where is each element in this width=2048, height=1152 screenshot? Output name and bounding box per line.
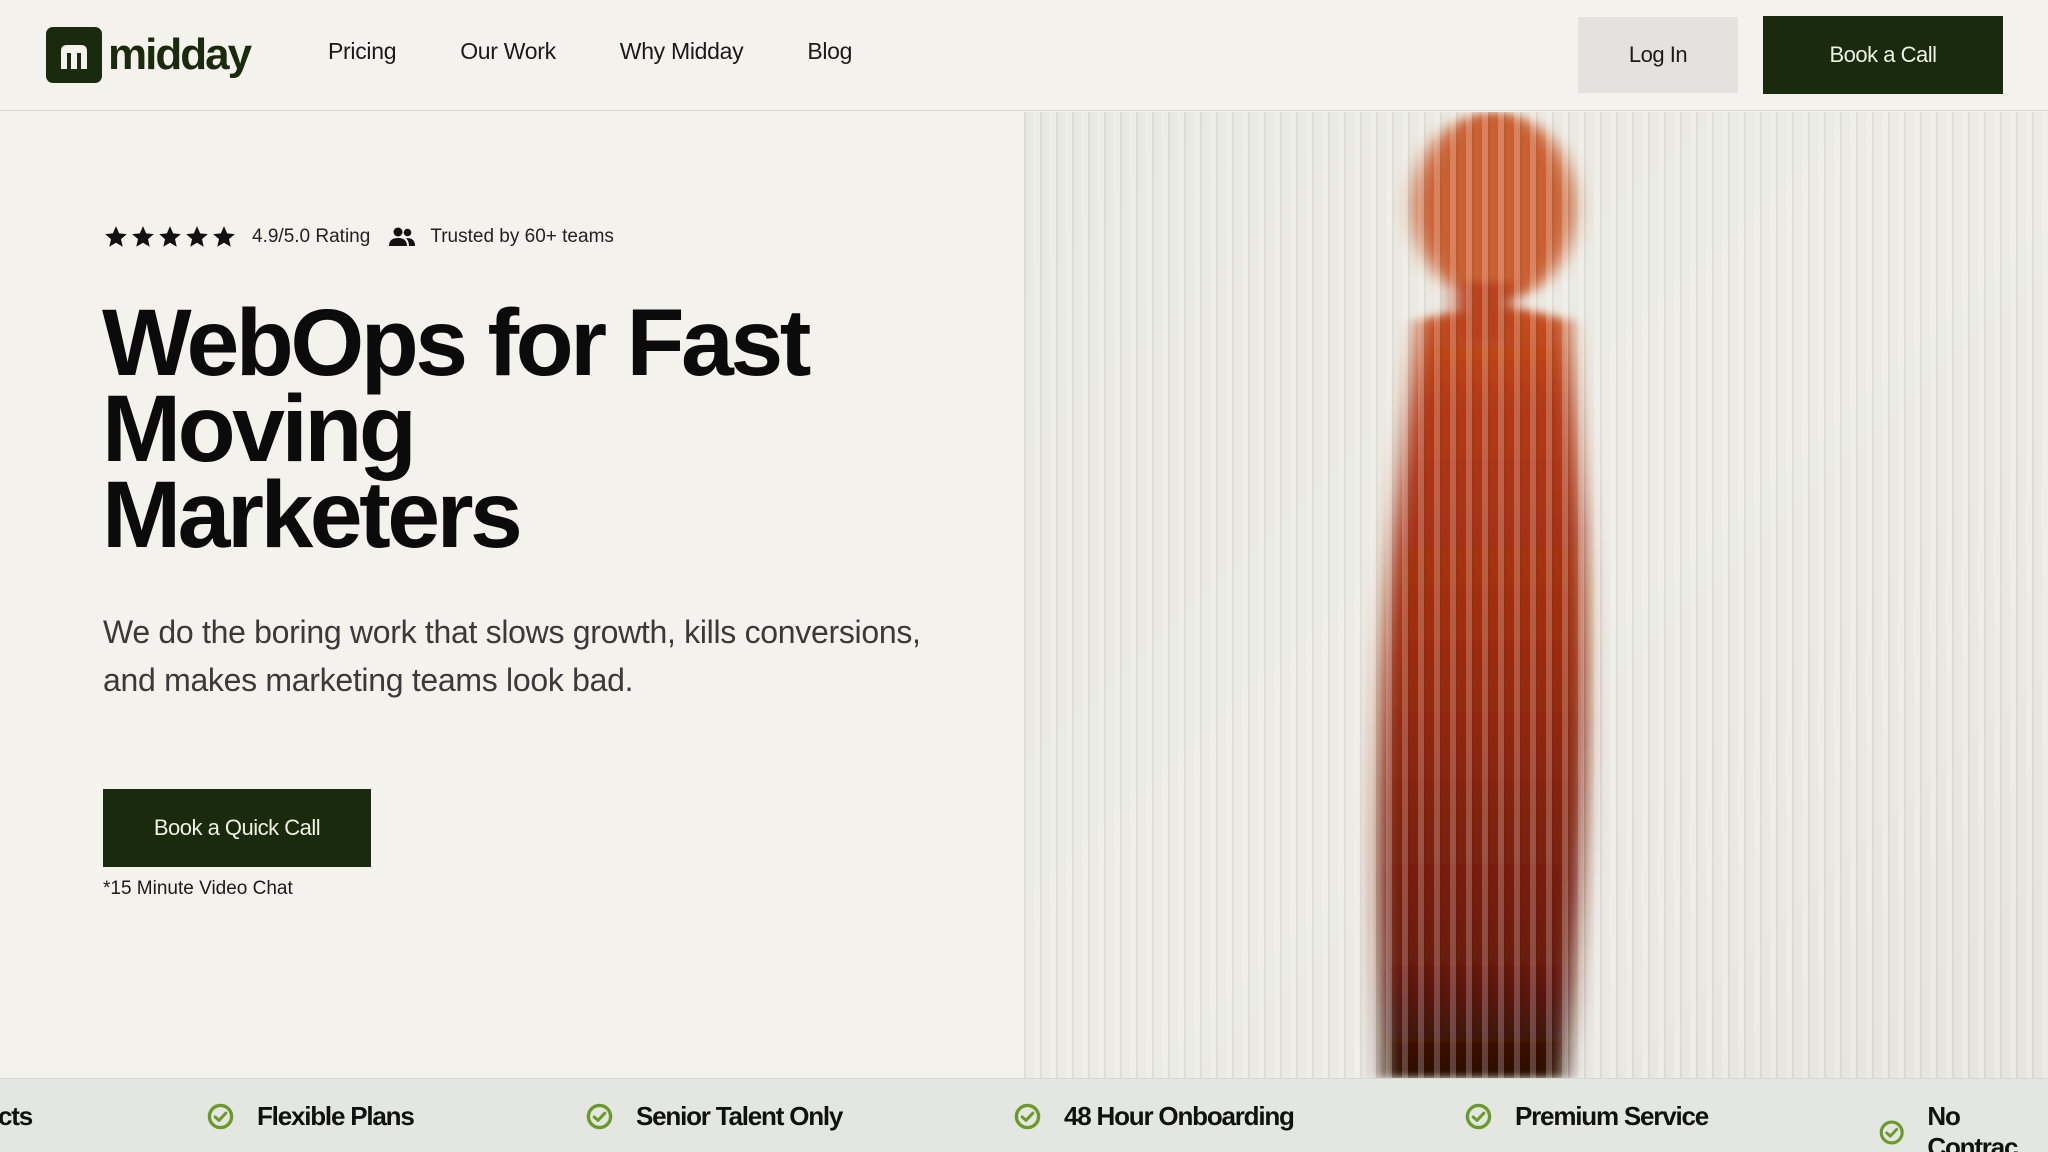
brand-logo[interactable]: midday bbox=[46, 27, 252, 83]
main-nav: Pricing Our Work Why Midday Blog bbox=[328, 38, 916, 65]
check-circle-icon bbox=[586, 1103, 613, 1130]
rating-text: 4.9/5.0 Rating bbox=[252, 226, 371, 247]
marquee-label: cts bbox=[0, 1101, 33, 1131]
check-circle-icon bbox=[1465, 1103, 1492, 1130]
star-icon bbox=[132, 226, 154, 247]
headline-line: Moving bbox=[102, 376, 417, 482]
brand-name: midday bbox=[108, 30, 252, 79]
marquee-label: Senior Talent Only bbox=[636, 1101, 843, 1131]
hero-headline: WebOps for Fast Moving Marketers bbox=[102, 290, 922, 568]
headline-line: WebOps for Fast bbox=[102, 290, 811, 396]
nav-link-blog[interactable]: Blog bbox=[807, 38, 852, 65]
trusted-text: Trusted by 60+ teams bbox=[430, 226, 614, 247]
star-icon bbox=[159, 226, 181, 247]
cta-note: *15 Minute Video Chat bbox=[103, 878, 293, 899]
marquee-item: Flexible Plans bbox=[207, 1101, 415, 1132]
login-button[interactable]: Log In bbox=[1578, 17, 1738, 93]
marquee-item: Premium Service bbox=[1465, 1101, 1709, 1132]
marquee-item: Senior Talent Only bbox=[586, 1101, 843, 1132]
feature-marquee: cts Flexible Plans Senior Talent Only 48… bbox=[0, 1078, 2048, 1152]
book-call-button[interactable]: Book a Call bbox=[1763, 16, 2003, 94]
hero-subtext: We do the boring work that slows growth,… bbox=[103, 614, 921, 698]
site-header: midday Pricing Our Work Why Midday Blog … bbox=[0, 0, 2048, 111]
nav-link-why-midday[interactable]: Why Midday bbox=[620, 38, 744, 65]
marquee-label: No Contrac bbox=[1927, 1101, 2018, 1152]
check-circle-icon bbox=[1879, 1119, 1904, 1145]
book-quick-call-button[interactable]: Book a Quick Call bbox=[103, 789, 371, 867]
marquee-item: cts bbox=[0, 1101, 33, 1132]
logo-icon bbox=[46, 27, 102, 83]
star-rating bbox=[103, 224, 238, 250]
headline-line: Marketers bbox=[102, 462, 523, 568]
star-icon bbox=[105, 226, 127, 247]
marquee-item: No Contrac bbox=[1879, 1101, 2048, 1152]
team-icon bbox=[389, 227, 416, 246]
marquee-label: Flexible Plans bbox=[257, 1101, 415, 1131]
check-circle-icon bbox=[207, 1103, 234, 1130]
nav-link-our-work[interactable]: Our Work bbox=[460, 38, 556, 65]
marquee-label: 48 Hour Onboarding bbox=[1064, 1101, 1295, 1131]
nav-link-pricing[interactable]: Pricing bbox=[328, 38, 397, 65]
star-icon bbox=[213, 226, 235, 247]
star-icon bbox=[186, 226, 208, 247]
rating-row: 4.9/5.0 Rating Trusted by 60+ teams bbox=[103, 224, 614, 250]
check-circle-icon bbox=[1014, 1103, 1041, 1130]
marquee-item: 48 Hour Onboarding bbox=[1014, 1101, 1295, 1132]
marquee-label: Premium Service bbox=[1515, 1101, 1709, 1131]
hero-image bbox=[1024, 112, 2048, 1078]
